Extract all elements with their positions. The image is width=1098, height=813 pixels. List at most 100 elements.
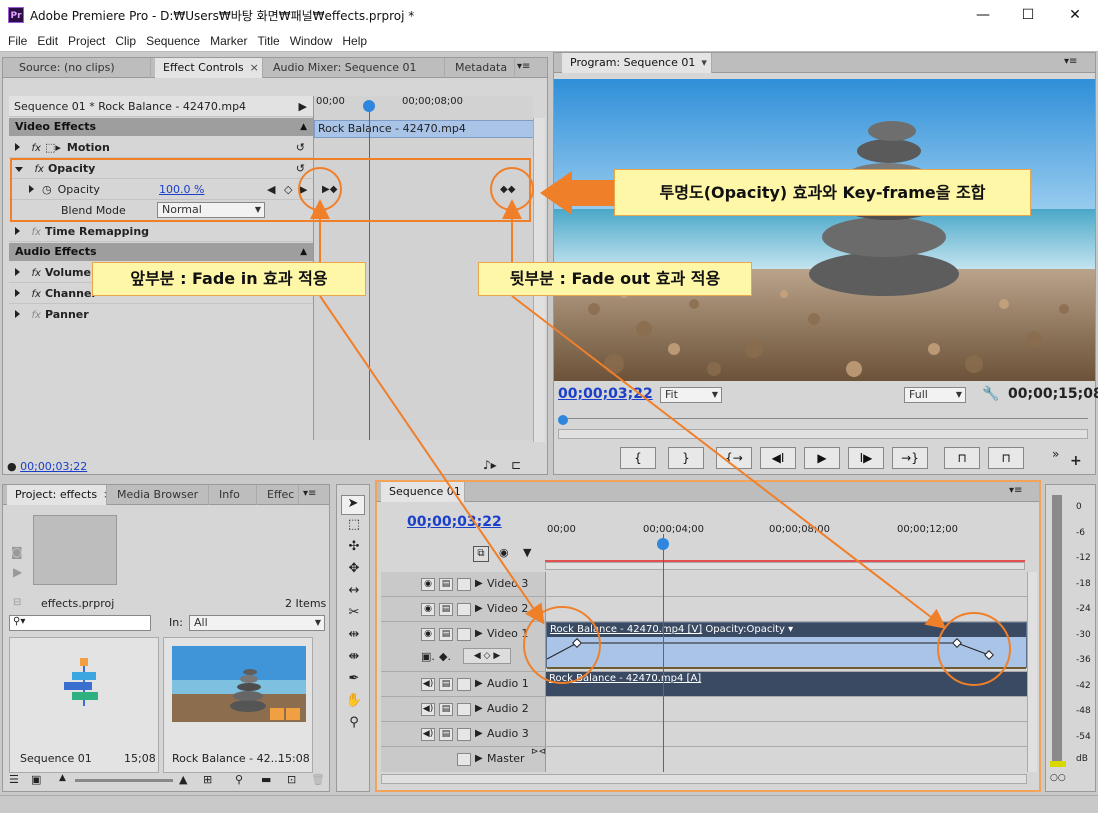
menu-marker[interactable]: Marker (205, 30, 252, 52)
wrench-icon[interactable]: 🔧 (982, 386, 999, 402)
go-to-out-button[interactable]: →} (892, 447, 928, 469)
menu-project[interactable]: Project (63, 30, 110, 52)
menu-title[interactable]: Title (252, 30, 284, 52)
trash-icon[interactable]: 🗑 (311, 773, 325, 786)
rate-stretch-tool-icon[interactable]: ↔ (341, 583, 367, 603)
hand-tool-icon[interactable]: ✋ (341, 693, 367, 713)
lock-icon[interactable] (457, 753, 471, 766)
go-to-in-button[interactable]: {→ (716, 447, 752, 469)
close-icon[interactable]: × (250, 61, 259, 74)
timeline-v-scrollbar[interactable] (1027, 572, 1037, 772)
collapse-arrow-icon[interactable]: ▶ (475, 628, 483, 639)
menu-sequence[interactable]: Sequence (141, 30, 205, 52)
export-icon[interactable]: ⊏ (511, 458, 521, 472)
new-bin-icon[interactable]: ▬ (261, 773, 271, 786)
reset-icon[interactable]: ↺ (296, 137, 305, 158)
timeline-playhead-handle[interactable] (657, 538, 669, 550)
tab-program[interactable]: Program: Sequence 01▾× (562, 53, 712, 73)
close-button[interactable]: ✕ (1052, 0, 1098, 30)
search-input[interactable]: ⚲▾ (9, 615, 151, 631)
film-icon[interactable]: ▤ (439, 728, 453, 741)
program-playhead-handle[interactable] (558, 415, 568, 425)
selection-tool-icon[interactable]: ➤ (341, 495, 365, 515)
expand-arrow-icon[interactable]: ▶ (475, 678, 483, 689)
menu-clip[interactable]: Clip (110, 30, 141, 52)
timeline-zoom-scrollbar[interactable] (545, 562, 1025, 570)
panner-effect-row[interactable]: fx Panner (9, 304, 313, 325)
expand-arrow-icon[interactable]: ▶ (299, 96, 307, 117)
step-back-button[interactable]: ◀I (760, 447, 796, 469)
expand-arrow-icon[interactable] (15, 268, 20, 276)
tab-project[interactable]: Project: effects × (7, 485, 107, 505)
film-icon[interactable]: ▤ (439, 603, 453, 616)
expand-arrow-icon[interactable]: ▶ (475, 728, 483, 739)
eye-icon[interactable]: ◉ (421, 578, 435, 591)
program-video-frame[interactable] (554, 79, 1095, 381)
close-icon[interactable]: × (103, 488, 106, 501)
keyframe-toggle-icon[interactable]: ◆. (439, 650, 451, 663)
tab-effects[interactable]: Effec (259, 485, 299, 505)
find-icon[interactable]: ⚲ (235, 773, 243, 786)
dropdown-icon[interactable]: ▾ (788, 624, 793, 635)
expand-arrow-icon[interactable] (15, 289, 20, 297)
menu-window[interactable]: Window (285, 30, 338, 52)
tab-metadata[interactable]: Metadata (447, 58, 515, 78)
tab-sequence[interactable]: Sequence 01× (381, 482, 465, 502)
more-controls-icon[interactable]: » (1052, 447, 1059, 461)
zoom-slider[interactable] (75, 779, 173, 782)
eye-icon[interactable]: ◉ (421, 628, 435, 641)
menu-file[interactable]: File (0, 30, 32, 52)
video-clip-effect[interactable]: Opacity:Opacity (705, 624, 785, 635)
speaker-icon[interactable]: ◀) (421, 728, 435, 741)
expand-arrow-icon[interactable]: ▶ (475, 578, 483, 589)
rolling-edit-tool-icon[interactable]: ✥ (341, 561, 367, 581)
effect-timecode-value[interactable]: 00;00;03;22 (20, 460, 87, 473)
play-button[interactable]: ▶ (804, 447, 840, 469)
lock-icon[interactable] (457, 628, 471, 641)
marker-icon[interactable]: ◉ (499, 546, 509, 559)
lock-icon[interactable] (457, 578, 471, 591)
razor-tool-icon[interactable]: ✂ (341, 605, 367, 625)
slip-tool-icon[interactable]: ⇹ (341, 627, 367, 647)
motion-effect-row[interactable]: fx ⬚▸ Motion ↺ (9, 137, 313, 158)
playhead-handle[interactable] (363, 100, 375, 112)
tab-audio-mixer[interactable]: Audio Mixer: Sequence 01 (265, 58, 445, 78)
panel-menu-icon[interactable]: ▾≡ (303, 488, 316, 499)
keyframe-nav-buttons[interactable]: ◀ ◇ ▶ (463, 648, 511, 664)
lock-icon[interactable] (457, 703, 471, 716)
slide-tool-icon[interactable]: ⇼ (341, 649, 367, 669)
solo-icons[interactable]: ○○ (1050, 773, 1066, 783)
timeline-ruler[interactable]: 00;00 00;00;04;00 00;00;08;00 00;00;12;0… (545, 522, 1025, 563)
lock-icon[interactable] (457, 728, 471, 741)
pen-tool-icon[interactable]: ✒ (341, 671, 367, 691)
automate-icon[interactable]: ⊞ (203, 773, 212, 786)
sequence-item[interactable]: Sequence 01 15;08 (9, 637, 159, 773)
maximize-button[interactable]: ☐ (1005, 0, 1051, 30)
snap-icon[interactable]: ⧉ (473, 546, 489, 562)
fit-dropdown[interactable]: Fit (660, 387, 722, 403)
zoom-tool-icon[interactable]: ⚲ (341, 715, 367, 735)
add-button-icon[interactable]: + (1070, 453, 1082, 469)
minimize-button[interactable]: — (960, 0, 1006, 30)
program-timecode[interactable]: 00;00;03;22 (558, 386, 653, 402)
audio-loop-icon[interactable]: ♪▸ (483, 458, 497, 472)
expand-arrow-icon[interactable]: ▶ (475, 753, 483, 764)
ripple-edit-tool-icon[interactable]: ✣ (341, 539, 367, 559)
mark-out-button[interactable]: } (668, 447, 704, 469)
step-forward-button[interactable]: I▶ (848, 447, 884, 469)
play-thumbnail-icon[interactable]: ▶ (13, 565, 22, 579)
set-marker-icon[interactable]: ▼ (523, 546, 531, 559)
film-icon[interactable]: ▤ (439, 578, 453, 591)
effect-clip-bar[interactable]: Rock Balance - 42470.mp4 (314, 120, 534, 138)
menu-help[interactable]: Help (337, 30, 372, 52)
expand-arrow-icon[interactable] (15, 143, 20, 151)
lock-icon[interactable] (457, 678, 471, 691)
lock-icon[interactable] (457, 603, 471, 616)
clip-item[interactable]: Rock Balance - 42... 15:08 (163, 637, 313, 773)
expand-arrow-icon[interactable]: ▶ (475, 703, 483, 714)
speaker-icon[interactable]: ◀) (421, 678, 435, 691)
speaker-icon[interactable]: ◀) (421, 703, 435, 716)
panel-menu-icon[interactable]: ▾≡ (517, 61, 530, 72)
film-icon[interactable]: ▤ (439, 678, 453, 691)
expand-arrow-icon[interactable]: ▶ (475, 603, 483, 614)
